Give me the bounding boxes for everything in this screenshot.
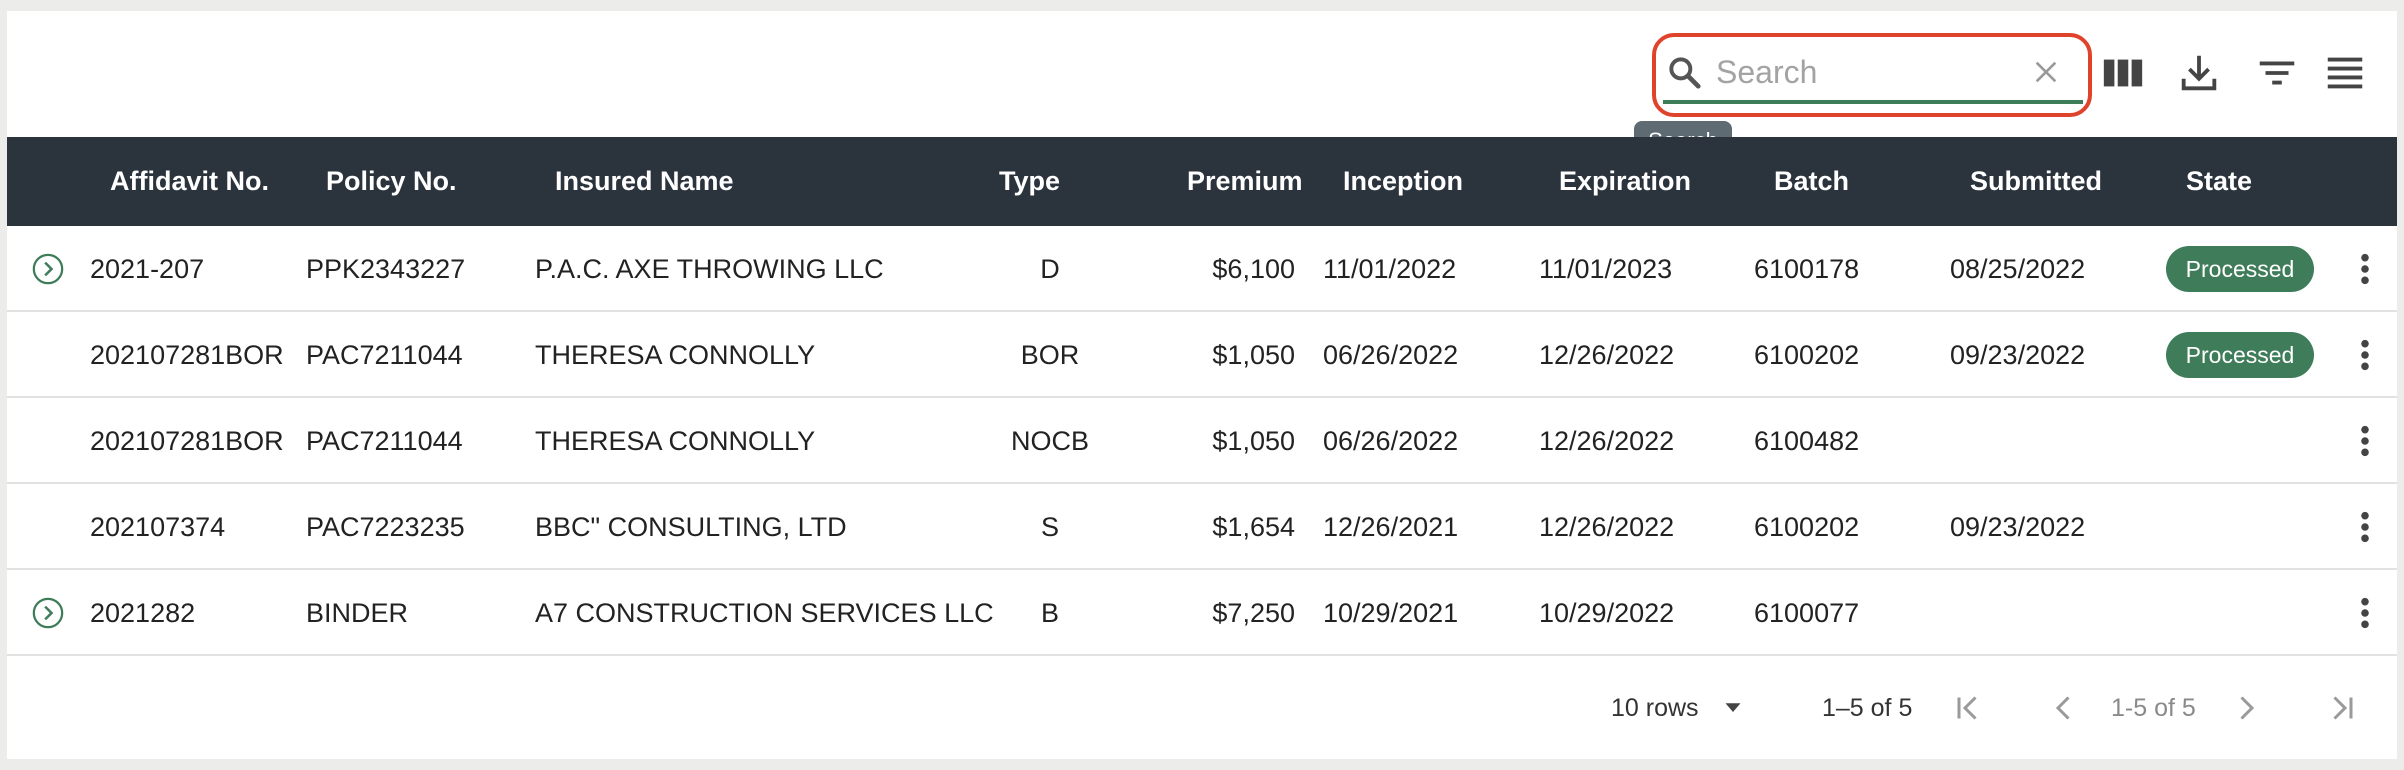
cell-type: BOR [1020, 340, 1080, 370]
expand-icon[interactable] [31, 596, 65, 630]
cell-insured: THERESA CONNOLLY [535, 340, 816, 370]
column-header-type[interactable]: Type [999, 137, 1060, 226]
column-header-submitted[interactable]: Submitted [1970, 137, 2102, 226]
column-header-state[interactable]: State [2186, 137, 2252, 226]
cell-inception: 10/29/2021 [1323, 598, 1459, 628]
cell-batch: 6100077 [1754, 598, 1860, 628]
cell-policy: PAC7211044 [306, 340, 463, 370]
more-options-icon[interactable] [2359, 510, 2371, 544]
column-header-affidavit[interactable]: Affidavit No. [110, 137, 269, 226]
cell-premium: $1,050 [1212, 340, 1295, 370]
search-icon [1669, 57, 1701, 89]
cell-insured: P.A.C. AXE THROWING LLC [535, 254, 884, 284]
search-input[interactable] [1716, 50, 2016, 94]
cell-type: D [1040, 254, 1060, 284]
cell-batch: 6100482 [1754, 426, 1860, 456]
column-header-inception[interactable]: Inception [1343, 137, 1463, 226]
cell-expiration: 12/26/2022 [1539, 340, 1675, 370]
cell-batch: 6100202 [1754, 512, 1860, 542]
column-header-insured[interactable]: Insured Name [555, 137, 734, 226]
cell-type: S [1040, 512, 1059, 542]
cell-type: NOCB [1010, 426, 1089, 456]
pagination-range: 1–5 of 5 [1822, 694, 1913, 722]
expand-icon[interactable] [31, 252, 65, 286]
cell-policy: PPK2343227 [306, 254, 466, 284]
more-options-icon[interactable] [2359, 424, 2371, 458]
previous-page-icon[interactable] [2046, 690, 2082, 726]
next-page-icon[interactable] [2228, 690, 2264, 726]
cell-expiration: 11/01/2023 [1539, 254, 1673, 284]
filter-icon[interactable] [2254, 50, 2300, 96]
chevron-down-icon[interactable] [1718, 692, 1748, 722]
cell-type: B [1040, 598, 1059, 628]
cell-insured: BBC" CONSULTING, LTD [535, 512, 847, 542]
column-header-batch[interactable]: Batch [1774, 137, 1849, 226]
cell-inception: 06/26/2022 [1323, 340, 1459, 370]
cell-batch: 6100202 [1754, 340, 1860, 370]
more-options-icon[interactable] [2359, 338, 2371, 372]
column-header-policy[interactable]: Policy No. [326, 137, 457, 226]
cell-expiration: 12/26/2022 [1539, 426, 1675, 456]
cell-affidavit: 202107281BOR [90, 426, 284, 456]
download-icon[interactable] [2176, 50, 2222, 96]
cell-policy: PAC7211044 [306, 426, 463, 456]
more-options-icon[interactable] [2359, 596, 2371, 630]
cell-inception: 12/26/2021 [1323, 512, 1459, 542]
cell-affidavit: 202107281BOR [90, 340, 284, 370]
cell-expiration: 12/26/2022 [1539, 512, 1675, 542]
cell-inception: 06/26/2022 [1323, 426, 1459, 456]
cell-affidavit: 202107374 [90, 512, 226, 542]
columns-icon[interactable] [2100, 50, 2146, 96]
cell-inception: 11/01/2022 [1323, 254, 1457, 284]
cell-affidavit: 2021282 [90, 598, 196, 628]
last-page-icon[interactable] [2324, 690, 2360, 726]
page-info: 1-5 of 5 [2111, 694, 2196, 722]
cell-premium: $1,050 [1212, 426, 1295, 456]
cell-premium: $7,250 [1212, 598, 1295, 628]
status-badge: Processed [2166, 332, 2314, 378]
cell-batch: 6100178 [1754, 254, 1860, 284]
cell-submitted: 08/25/2022 [1950, 254, 2086, 284]
cell-policy: PAC7223235 [306, 512, 465, 542]
more-options-icon[interactable] [2359, 252, 2371, 286]
clear-icon[interactable] [2030, 56, 2062, 88]
cell-expiration: 10/29/2022 [1539, 598, 1675, 628]
rows-per-page-select[interactable]: 10 rows [1611, 690, 1699, 726]
cell-submitted: 09/23/2022 [1950, 340, 2086, 370]
density-icon[interactable] [2322, 50, 2368, 96]
first-page-icon[interactable] [1950, 690, 1986, 726]
cell-premium: $1,654 [1212, 512, 1295, 542]
cell-premium: $6,100 [1212, 254, 1295, 284]
cell-affidavit: 2021-207 [90, 254, 205, 284]
cell-policy: BINDER [306, 598, 409, 628]
column-header-expiration[interactable]: Expiration [1559, 137, 1691, 226]
cell-insured: A7 CONSTRUCTION SERVICES LLC [535, 598, 994, 628]
cell-submitted: 09/23/2022 [1950, 512, 2086, 542]
status-badge: Processed [2166, 246, 2314, 292]
column-header-premium[interactable]: Premium [1187, 137, 1303, 226]
cell-insured: THERESA CONNOLLY [535, 426, 816, 456]
